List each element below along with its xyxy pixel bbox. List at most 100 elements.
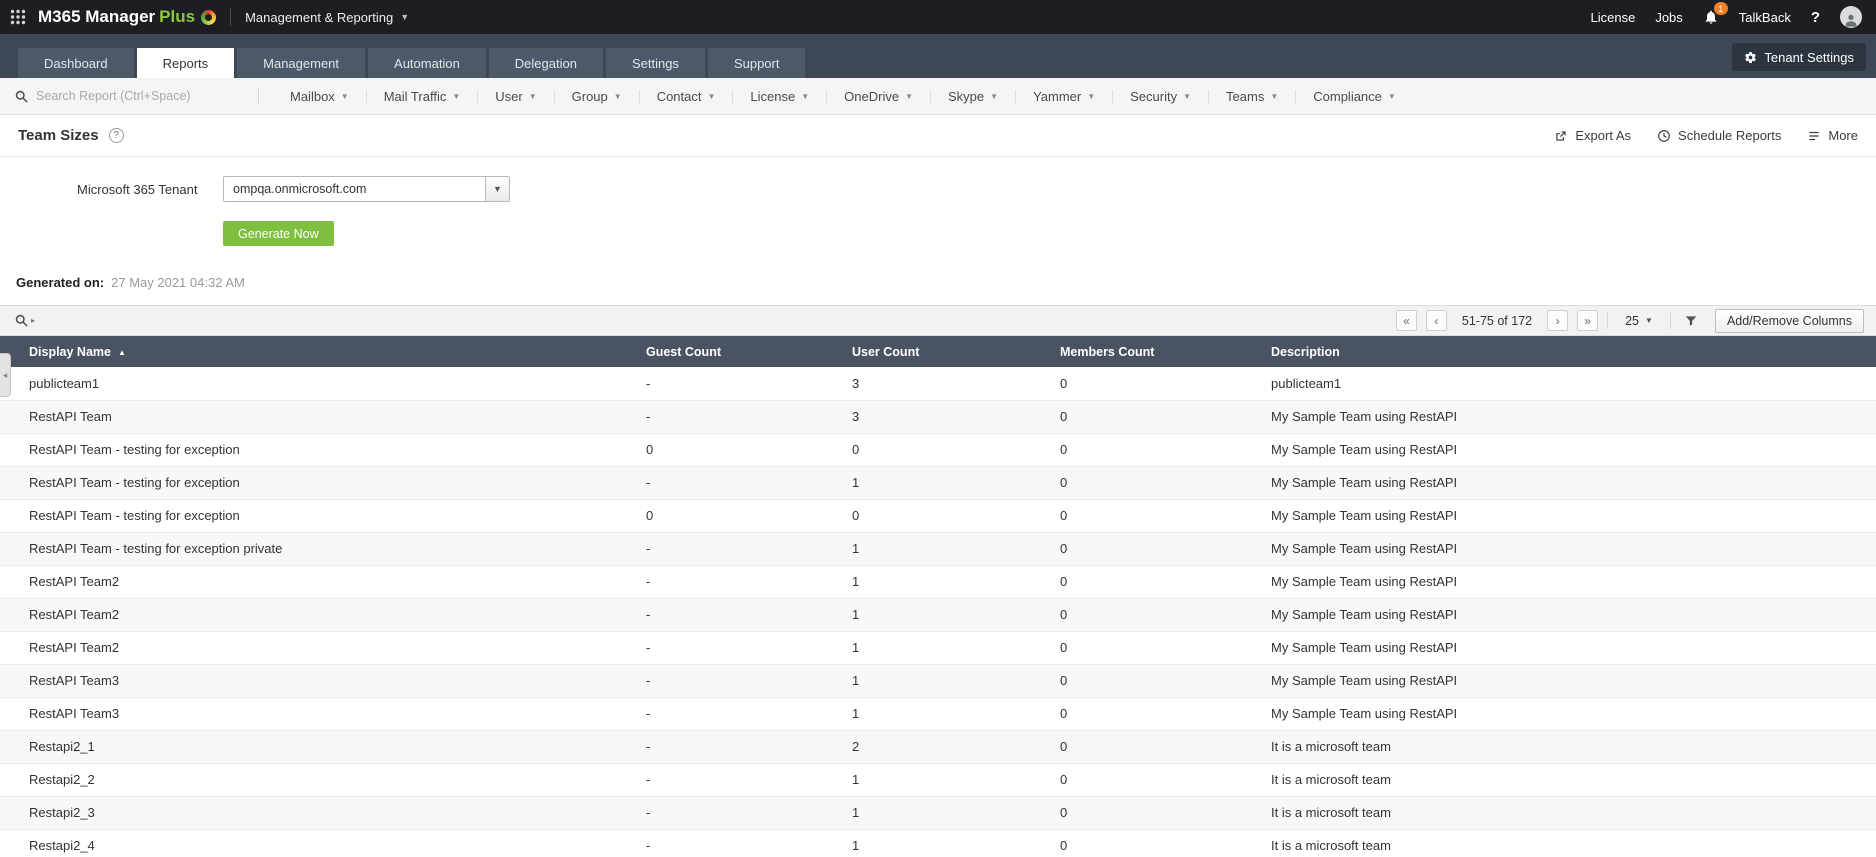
report-search[interactable] xyxy=(0,89,258,104)
page-title: Team Sizes xyxy=(18,127,99,144)
talkback-link[interactable]: TalkBack xyxy=(1739,10,1791,25)
jobs-link[interactable]: Jobs xyxy=(1655,10,1682,25)
menu-item-user[interactable]: User ▼ xyxy=(478,86,553,106)
tab-management[interactable]: Management xyxy=(237,48,366,78)
page-help-icon[interactable]: ? xyxy=(108,128,124,143)
tenant-settings-button[interactable]: Tenant Settings xyxy=(1732,43,1866,71)
menu-item-label: User xyxy=(495,88,523,104)
export-icon xyxy=(1556,130,1567,141)
cell-user-count: 1 xyxy=(846,565,1054,599)
cell-guest-count: 0 xyxy=(640,433,846,467)
menu-item-security[interactable]: Security ▼ xyxy=(1113,86,1208,106)
context-label: Management & Reporting xyxy=(245,9,394,25)
cell-description: My Sample Team using RestAPI xyxy=(1265,499,1876,533)
table-row[interactable]: Restapi2_1-2 0 It is a microsoft team xyxy=(0,730,1876,764)
page-size-select[interactable]: 25 ▼ xyxy=(1617,314,1661,328)
search-input[interactable] xyxy=(36,89,236,103)
cell-description: It is a microsoft team xyxy=(1265,829,1876,857)
cell-user-count: 1 xyxy=(846,532,1054,566)
generate-now-button[interactable]: Generate Now xyxy=(223,221,334,246)
menu-item-teams[interactable]: Teams ▼ xyxy=(1209,86,1295,106)
menu-item-label: Skype xyxy=(948,88,985,104)
table-row[interactable]: RestAPI Team3-1 0 My Sample Team using Res… xyxy=(0,697,1876,731)
cell-members-count: 0 xyxy=(1054,730,1265,764)
menu-item-yammer[interactable]: Yammer ▼ xyxy=(1016,86,1112,106)
table-row[interactable]: RestAPI Team - testing for exception pri… xyxy=(0,532,1876,566)
apps-grid-icon[interactable] xyxy=(10,9,26,25)
cell-members-count: 0 xyxy=(1054,829,1265,857)
table-row[interactable]: RestAPI Team3-1 0 My Sample Team using Res… xyxy=(0,664,1876,698)
table-row[interactable]: RestAPI Team2-1 0 My Sample Team using Res… xyxy=(0,565,1876,599)
column-header-description[interactable]: Description xyxy=(1265,336,1876,367)
menu-item-onedrive[interactable]: OneDrive ▼ xyxy=(827,86,930,106)
user-avatar[interactable] xyxy=(1840,6,1862,28)
add-remove-columns-button[interactable]: Add/Remove Columns xyxy=(1714,308,1864,333)
cell-guest-count: - xyxy=(640,466,846,500)
left-panel-collapse-handle[interactable]: ◂ xyxy=(0,353,11,397)
cell-members-count: 0 xyxy=(1054,664,1265,698)
table-search-button[interactable]: ▸ xyxy=(14,313,35,328)
cell-guest-count: - xyxy=(640,598,846,632)
cell-display-name: RestAPI Team3 xyxy=(0,697,640,731)
cell-description: My Sample Team using RestAPI xyxy=(1265,433,1876,467)
menu-item-skype[interactable]: Skype ▼ xyxy=(931,86,1015,106)
table-row[interactable]: RestAPI Team -3 0 My Sample Team using Rest… xyxy=(0,400,1876,434)
menu-item-license[interactable]: License ▼ xyxy=(733,86,826,106)
export-as-button[interactable]: Export As xyxy=(1554,128,1631,143)
column-header-user-count[interactable]: User Count xyxy=(846,336,1054,367)
cell-members-count: 0 xyxy=(1054,433,1265,467)
tab-automation[interactable]: Automation xyxy=(368,48,486,78)
menu-item-mailbox[interactable]: Mailbox ▼ xyxy=(273,86,366,106)
menu-item-label: Yammer xyxy=(1033,88,1082,104)
column-header-display-name[interactable]: Display Name ▲ xyxy=(0,336,640,367)
cell-user-count: 3 xyxy=(846,367,1054,401)
menu-item-label: Security xyxy=(1130,88,1178,104)
tenant-label: Microsoft 365 Tenant xyxy=(77,181,198,197)
tab-dashboard[interactable]: Dashboard xyxy=(18,48,134,78)
table-row[interactable]: Restapi2_4-1 0 It is a microsoft team xyxy=(0,829,1876,857)
filter-icon xyxy=(1685,315,1697,326)
brand-logo: M365 Manager Plus xyxy=(38,7,217,27)
tab-reports[interactable]: Reports xyxy=(136,48,235,78)
table-row[interactable]: Restapi2_3-1 0 It is a microsoft team xyxy=(0,796,1876,830)
menu-item-mail-traffic[interactable]: Mail Traffic ▼ xyxy=(367,86,478,106)
menu-item-group[interactable]: Group ▼ xyxy=(555,86,639,106)
context-switcher[interactable]: Management & Reporting ▼ xyxy=(245,10,409,25)
schedule-reports-button[interactable]: Schedule Reports xyxy=(1657,128,1781,143)
table-row[interactable]: RestAPI Team2-1 0 My Sample Team using Res… xyxy=(0,598,1876,632)
report-table: Display Name ▲ Guest Count User Count Member… xyxy=(0,336,1876,857)
table-row[interactable]: RestAPI Team - testing for exception 0 0 0 M… xyxy=(0,499,1876,533)
search-icon xyxy=(15,90,28,103)
table-row[interactable]: RestAPI Team - testing for exception 0 0 0 M… xyxy=(0,433,1876,467)
license-link[interactable]: License xyxy=(1591,10,1636,25)
column-header-guest-count[interactable]: Guest Count xyxy=(640,336,846,367)
pagination-last-button[interactable]: » xyxy=(1577,310,1599,331)
cell-description: My Sample Team using RestAPI xyxy=(1265,631,1876,665)
tab-delegation[interactable]: Delegation xyxy=(488,48,603,78)
pagination-prev-button[interactable]: ‹ xyxy=(1425,310,1447,331)
cell-members-count: 0 xyxy=(1054,367,1265,401)
table-row[interactable]: RestAPI Team - testing for exception -1 0 M… xyxy=(0,466,1876,500)
menu-item-compliance[interactable]: Compliance ▼ xyxy=(1296,86,1413,106)
chevron-down-icon: ▼ xyxy=(340,91,349,101)
tenant-select[interactable]: ompqa.onmicrosoft.com ▼ xyxy=(223,176,510,202)
help-icon[interactable]: ? xyxy=(1811,9,1820,26)
pagination-first-button[interactable]: « xyxy=(1395,310,1417,331)
cell-guest-count: - xyxy=(640,829,846,857)
more-button[interactable]: More xyxy=(1807,128,1858,143)
menu-item-contact[interactable]: Contact ▼ xyxy=(640,86,733,106)
filter-button[interactable] xyxy=(1680,314,1702,328)
report-category-menu: Mailbox ▼ Mail Traffic ▼ User ▼ Group ▼ Contact ▼… xyxy=(273,86,1413,106)
column-header-members-count[interactable]: Members Count xyxy=(1054,336,1265,367)
table-row[interactable]: RestAPI Team2-1 0 My Sample Team using Res… xyxy=(0,631,1876,665)
table-toolbar: ▸ « ‹ 51-75 of 172 › » 25 ▼ Add/Remove C… xyxy=(0,305,1876,336)
cell-description: It is a microsoft team xyxy=(1265,763,1876,797)
tab-support[interactable]: Support xyxy=(707,48,806,78)
pagination-next-button[interactable]: › xyxy=(1547,310,1569,331)
brand-logo-plus: Plus xyxy=(159,7,196,26)
chevron-down-icon: ▼ xyxy=(400,12,410,22)
table-row[interactable]: publicteam1-3 0 publicteam1 xyxy=(0,367,1876,401)
tab-settings[interactable]: Settings xyxy=(605,48,705,78)
table-row[interactable]: Restapi2_2-1 0 It is a microsoft team xyxy=(0,763,1876,797)
notifications-button[interactable]: 1 xyxy=(1703,2,1728,25)
